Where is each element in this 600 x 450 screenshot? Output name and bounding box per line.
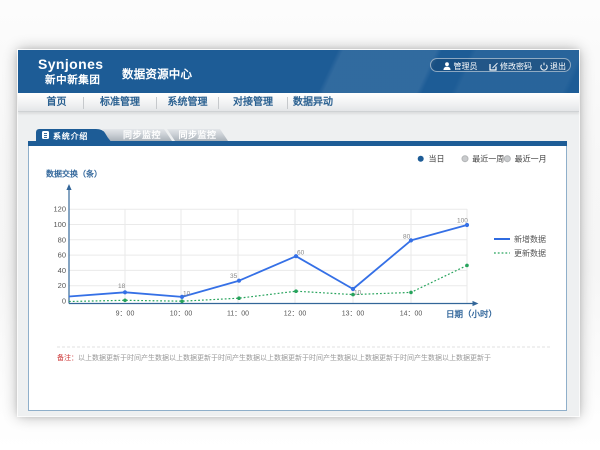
svg-text:最近一月: 最近一月 [515, 154, 547, 164]
svg-text:14：00: 14：00 [400, 311, 423, 318]
svg-text:13：00: 13：00 [342, 311, 365, 318]
svg-text:10: 10 [183, 291, 191, 298]
svg-text:60: 60 [297, 250, 305, 257]
svg-text:0: 0 [62, 297, 66, 306]
svg-text:备注：以上数据更新于时间产生数据以上数据更新于时间产生数据以: 备注：以上数据更新于时间产生数据以上数据更新于时间产生数据以上数据更新于时间产生… [57, 353, 491, 362]
svg-text:80: 80 [58, 235, 66, 244]
svg-text:120: 120 [53, 205, 66, 214]
svg-text:40: 40 [58, 266, 66, 275]
svg-text:10：00: 10：00 [170, 311, 193, 318]
svg-text:18: 18 [118, 283, 126, 290]
svg-text:数据交换（条）: 数据交换（条） [46, 169, 102, 179]
svg-text:日期（小时）: 日期（小时） [446, 309, 497, 319]
svg-text:最近一周: 最近一周 [472, 154, 504, 164]
svg-text:20: 20 [58, 281, 66, 290]
svg-text:100: 100 [53, 220, 66, 229]
svg-text:11：00: 11：00 [227, 311, 249, 318]
svg-text:10: 10 [354, 290, 362, 297]
svg-text:100: 100 [457, 218, 468, 225]
svg-text:12：00: 12：00 [284, 311, 307, 318]
svg-text:新增数据: 新增数据 [514, 234, 546, 244]
svg-text:60: 60 [58, 251, 66, 260]
svg-text:9：00: 9：00 [116, 311, 135, 318]
svg-text:35: 35 [230, 273, 238, 280]
svg-text:80: 80 [403, 234, 411, 241]
svg-text:更新数据: 更新数据 [514, 248, 546, 258]
svg-text:当日: 当日 [429, 154, 445, 164]
